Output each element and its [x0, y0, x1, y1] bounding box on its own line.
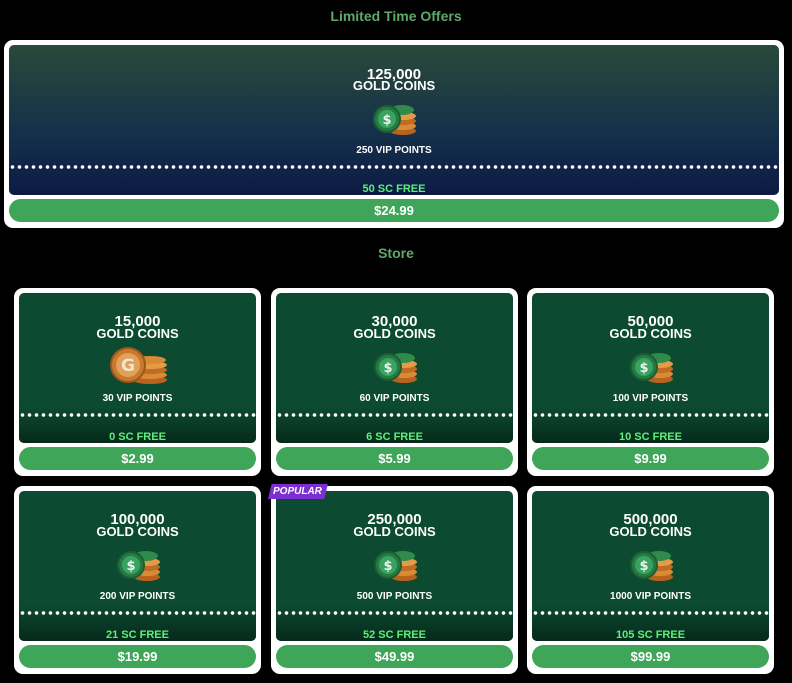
package-card[interactable]: 15,000 GOLD COINS G 30 VIP POINTS 0 SC F… — [14, 288, 261, 476]
buy-button[interactable]: $2.99 — [19, 447, 256, 470]
svg-text:$: $ — [383, 559, 392, 574]
buy-button[interactable]: $24.99 — [9, 199, 779, 222]
green-coin-stack-icon: $ — [116, 551, 160, 581]
package-panel: 500,000 GOLD COINS $ 1000 VIP POINTS 105… — [532, 491, 769, 641]
svg-text:$: $ — [382, 113, 391, 128]
dotted-divider — [532, 413, 769, 417]
package-card[interactable]: POPULAR 250,000 GOLD COINS $ 500 VIP POI… — [268, 484, 518, 674]
coin-unit: GOLD COINS — [96, 524, 179, 539]
svg-text:$: $ — [639, 559, 648, 574]
sc-free: 21 SC FREE — [106, 629, 169, 641]
dotted-divider — [9, 165, 779, 169]
svg-text:$: $ — [383, 361, 392, 376]
popular-badge: POPULAR — [268, 484, 328, 499]
vip-points: 500 VIP POINTS — [356, 591, 433, 602]
package-card[interactable]: 30,000 GOLD COINS $ 60 VIP POINTS 6 SC F… — [271, 288, 518, 476]
coin-unit: GOLD COINS — [609, 524, 692, 539]
green-coin-stack-icon: $ — [373, 105, 416, 135]
vip-points: 1000 VIP POINTS — [610, 591, 691, 602]
dotted-divider — [19, 413, 256, 417]
dotted-divider — [276, 611, 513, 615]
sc-free: 10 SC FREE — [619, 431, 682, 443]
dotted-divider — [532, 611, 769, 615]
package-panel: 250,000 GOLD COINS $ 500 VIP POINTS 52 S… — [276, 491, 513, 641]
svg-text:G: G — [121, 356, 135, 376]
limited-offers-heading: Limited Time Offers — [330, 8, 462, 24]
dotted-divider — [276, 413, 513, 417]
green-coin-stack-icon: $ — [629, 353, 673, 383]
coin-unit: GOLD COINS — [609, 326, 692, 341]
buy-button[interactable]: $5.99 — [276, 447, 513, 470]
svg-text:$: $ — [639, 361, 648, 376]
package-card[interactable]: 100,000 GOLD COINS $ 200 VIP POINTS 21 S… — [14, 486, 261, 674]
vip-points: 250 VIP POINTS — [356, 145, 432, 156]
featured-offer-card[interactable]: 125,000 GOLD COINS $ 250 VIP POINTS 50 S… — [4, 40, 784, 228]
store-heading: Store — [378, 245, 414, 261]
svg-text:$: $ — [126, 559, 135, 574]
package-card[interactable]: 500,000 GOLD COINS $ 1000 VIP POINTS 105… — [527, 486, 774, 674]
buy-button[interactable]: $9.99 — [532, 447, 769, 470]
green-coin-stack-icon: $ — [373, 551, 417, 581]
green-coin-stack-icon: $ — [373, 353, 417, 383]
sc-free: 52 SC FREE — [363, 629, 426, 641]
vip-points: 60 VIP POINTS — [359, 393, 430, 404]
buy-button[interactable]: $99.99 — [532, 645, 769, 668]
gold-coin-stack-icon: G — [109, 347, 167, 384]
package-panel: 15,000 GOLD COINS G 30 VIP POINTS 0 SC F… — [19, 293, 256, 443]
buy-button[interactable]: $49.99 — [276, 645, 513, 668]
package-panel: 50,000 GOLD COINS $ 100 VIP POINTS 10 SC… — [532, 293, 769, 443]
package-panel: 30,000 GOLD COINS $ 60 VIP POINTS 6 SC F… — [276, 293, 513, 443]
vip-points: 200 VIP POINTS — [99, 591, 176, 602]
vip-points: 100 VIP POINTS — [612, 393, 689, 404]
buy-button[interactable]: $19.99 — [19, 645, 256, 668]
vip-points: 30 VIP POINTS — [102, 393, 173, 404]
sc-free: 0 SC FREE — [109, 431, 166, 443]
sc-free: 105 SC FREE — [615, 629, 686, 641]
coin-unit: GOLD COINS — [353, 326, 436, 341]
sc-free: 50 SC FREE — [362, 183, 426, 195]
package-card[interactable]: 50,000 GOLD COINS $ 100 VIP POINTS 10 SC… — [527, 288, 774, 476]
featured-offer-panel: 125,000 GOLD COINS $ 250 VIP POINTS 50 S… — [9, 45, 779, 195]
green-coin-stack-icon: $ — [629, 551, 673, 581]
sc-free: 6 SC FREE — [366, 431, 423, 443]
coin-unit: GOLD COINS — [96, 326, 179, 341]
coin-unit: GOLD COINS — [352, 78, 436, 93]
dotted-divider — [19, 611, 256, 615]
package-panel: 100,000 GOLD COINS $ 200 VIP POINTS 21 S… — [19, 491, 256, 641]
coin-unit: GOLD COINS — [353, 524, 436, 539]
